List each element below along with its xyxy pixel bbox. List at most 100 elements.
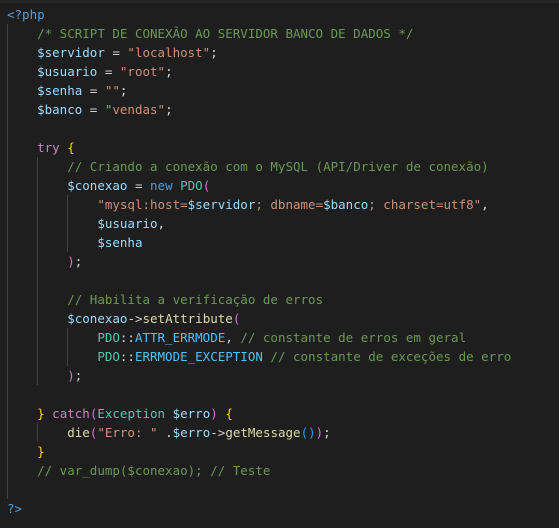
code-line[interactable]: $senha = "";: [7, 81, 127, 100]
code-line[interactable]: ?>: [7, 499, 22, 518]
code-token: Exception: [97, 406, 166, 421]
code-token: ;: [323, 425, 331, 440]
code-token: "localhost": [127, 45, 211, 60]
code-token: ): [67, 254, 75, 269]
code-token: ; dbname=: [255, 197, 324, 212]
code-token: ?>: [7, 501, 23, 516]
code-token: $servidor: [187, 197, 256, 212]
code-line[interactable]: try {: [7, 138, 75, 157]
code-token: =: [82, 83, 105, 98]
code-line[interactable]: $senha: [7, 233, 142, 252]
code-token: (: [202, 178, 211, 193]
code-token: $conexao: [67, 178, 128, 193]
code-token: // Criando a conexão com o MySQL (API/Dr…: [67, 159, 489, 174]
code-token: $erro: [172, 425, 211, 440]
code-token: (: [300, 425, 309, 440]
code-line[interactable]: );: [7, 252, 82, 271]
code-token: // constante de exceções de erro: [270, 349, 512, 364]
code-token: ;: [210, 45, 218, 60]
code-token: /* SCRIPT DE CONEXÃO AO SERVIDOR BANCO D…: [37, 26, 414, 41]
code-line[interactable]: "mysql:host=$servidor; dbname=$banco; ch…: [7, 195, 488, 214]
code-token: "Erro: ": [97, 425, 158, 440]
code-token: // Habilita a verificação de erros: [67, 292, 324, 307]
code-token: (: [232, 311, 241, 326]
code-token: ): [67, 368, 75, 383]
code-line[interactable]: $servidor = "localhost";: [7, 43, 218, 62]
code-token: ): [210, 406, 218, 421]
code-line[interactable]: }: [7, 442, 45, 461]
code-token: $senha: [37, 83, 83, 98]
code-token: "root": [119, 64, 166, 79]
code-line[interactable]: $usuario = "root";: [7, 62, 172, 81]
code-token: $banco: [37, 102, 83, 117]
code-token: catch: [52, 406, 90, 421]
code-token: ;: [165, 102, 173, 117]
code-token: "mysql:host=: [97, 197, 188, 212]
code-token: =: [82, 102, 105, 117]
code-line[interactable]: // Criando a conexão com o MySQL (API/Dr…: [7, 157, 489, 176]
code-token: $usuario: [37, 64, 98, 79]
code-token: new: [150, 178, 173, 193]
code-token: {: [225, 406, 233, 421]
code-token: ERRMODE_EXCEPTION: [134, 349, 263, 364]
code-token: ,: [225, 330, 241, 345]
editor-top-strip: [0, 0, 559, 3]
code-line[interactable]: );: [7, 366, 82, 385]
code-line[interactable]: $banco = "vendas";: [7, 100, 173, 119]
code-token: .: [157, 425, 173, 440]
code-line[interactable]: PDO::ATTR_ERRMODE, // constante de erros…: [7, 328, 466, 347]
code-token: PDO: [97, 330, 120, 345]
code-token: <?php: [7, 7, 45, 22]
code-line[interactable]: // Habilita a verificação de erros: [7, 290, 323, 309]
code-token: =: [97, 64, 120, 79]
code-token: getMessage: [225, 425, 301, 440]
code-line[interactable]: } catch(Exception $erro) {: [7, 404, 233, 423]
code-token: "vendas": [104, 102, 166, 117]
code-token: ->: [210, 425, 226, 440]
code-token: ): [308, 425, 316, 440]
code-token: ;: [74, 254, 83, 269]
code-token: ;: [74, 368, 83, 383]
code-token: ::: [119, 330, 135, 345]
code-line[interactable]: $conexao = new PDO(: [7, 176, 210, 195]
code-line[interactable]: $conexao->setAttribute(: [7, 309, 240, 328]
code-token: // constante de erros em geral: [240, 330, 467, 345]
code-line[interactable]: // var_dump($conexao); // Teste: [7, 461, 270, 480]
code-editor[interactable]: <?php /* SCRIPT DE CONEXÃO AO SERVIDOR B…: [0, 0, 559, 528]
code-token: ;: [119, 83, 128, 98]
code-line[interactable]: <?php: [7, 5, 45, 24]
code-token: // var_dump($conexao); // Teste: [37, 463, 271, 478]
code-line[interactable]: /* SCRIPT DE CONEXÃO AO SERVIDOR BANCO D…: [7, 24, 413, 43]
code-token: }: [37, 406, 45, 421]
code-token: ; charset=utf8": [368, 197, 482, 212]
code-token: ::: [119, 349, 135, 364]
code-token: $banco: [323, 197, 369, 212]
code-token: $servidor: [37, 45, 105, 60]
code-token: =: [104, 45, 128, 60]
code-token: die: [67, 425, 90, 440]
code-token: $usuario: [97, 216, 158, 231]
code-line[interactable]: PDO::ERRMODE_EXCEPTION // constante de e…: [7, 347, 511, 366]
code-line[interactable]: die("Erro: " .$erro->getMessage());: [7, 423, 331, 442]
code-token: ,: [157, 216, 166, 231]
code-line[interactable]: $usuario,: [7, 214, 165, 233]
code-token: }: [37, 444, 45, 459]
